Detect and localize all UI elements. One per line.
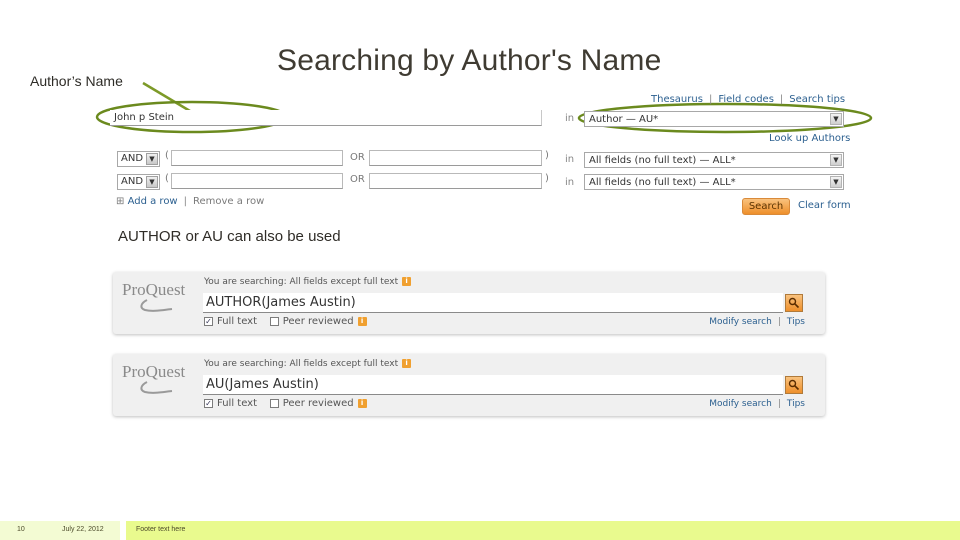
search-tips-link[interactable]: Search tips bbox=[789, 94, 845, 105]
peer-reviewed-label: Peer reviewed bbox=[282, 398, 354, 409]
modify-search-link[interactable]: Modify search bbox=[709, 399, 772, 409]
peer-reviewed-checkbox[interactable] bbox=[269, 398, 279, 408]
open-paren: ( bbox=[165, 150, 169, 161]
row2-right-input[interactable] bbox=[369, 150, 542, 166]
proquest-logo: ProQuest bbox=[122, 280, 186, 299]
search-links: Modify search | Tips bbox=[709, 399, 805, 409]
search-button[interactable]: Search bbox=[742, 198, 790, 215]
advanced-search-top-links: Thesaurus | Field codes | Search tips bbox=[651, 94, 845, 105]
footer-right-panel: Footer text here bbox=[126, 521, 960, 540]
row2-left-input[interactable] bbox=[171, 150, 343, 166]
peer-reviewed-checkbox[interactable] bbox=[269, 316, 279, 326]
thesaurus-link[interactable]: Thesaurus bbox=[651, 94, 703, 105]
info-icon[interactable]: i bbox=[402, 277, 412, 286]
search-scope-text: You are searching: All fields except ful… bbox=[204, 277, 412, 287]
search-options: ✓ Full text Peer reviewed i bbox=[204, 316, 367, 327]
boolean-operator-value: AND bbox=[121, 176, 144, 187]
author-field-select[interactable]: Author — AU* ▼ bbox=[584, 111, 844, 127]
row3-left-input[interactable] bbox=[171, 173, 343, 189]
search-go-button[interactable] bbox=[785, 294, 803, 312]
look-up-authors-link[interactable]: Look up Authors bbox=[769, 133, 850, 144]
author-field-select-value: Author — AU* bbox=[589, 114, 659, 125]
tips-link[interactable]: Tips bbox=[787, 317, 805, 327]
row3-field-select[interactable]: All fields (no full text) — ALL* ▼ bbox=[584, 174, 844, 190]
footer-date: July 22, 2012 bbox=[62, 526, 104, 533]
separator: | bbox=[183, 196, 187, 207]
chevron-down-icon[interactable]: ▼ bbox=[146, 153, 158, 165]
add-row-icon: ⊞ bbox=[116, 196, 125, 207]
chevron-down-icon[interactable]: ▼ bbox=[146, 176, 158, 188]
modify-search-link[interactable]: Modify search bbox=[709, 317, 772, 327]
field-codes-link[interactable]: Field codes bbox=[718, 94, 774, 105]
proquest-logo-swoosh-icon bbox=[140, 299, 173, 312]
full-text-checkbox[interactable]: ✓ bbox=[204, 316, 213, 326]
chevron-down-icon[interactable]: ▼ bbox=[830, 113, 842, 125]
row-controls: ⊞ Add a row | Remove a row bbox=[116, 196, 264, 207]
separator: | bbox=[708, 94, 713, 105]
callout-annotations bbox=[95, 81, 873, 134]
author-query-input[interactable]: John p Stein bbox=[110, 110, 542, 126]
info-icon[interactable]: i bbox=[402, 359, 412, 368]
search-go-button[interactable] bbox=[785, 376, 803, 394]
search-options: ✓ Full text Peer reviewed i bbox=[204, 398, 367, 409]
search-links: Modify search | Tips bbox=[709, 317, 805, 327]
slide-footer: 10 July 22, 2012 Footer text here bbox=[0, 521, 960, 540]
tips-link[interactable]: Tips bbox=[787, 399, 805, 409]
proquest-search-box-author: ProQuest You are searching: All fields e… bbox=[113, 272, 825, 334]
proquest-logo: ProQuest bbox=[122, 362, 186, 381]
info-icon[interactable]: i bbox=[357, 398, 367, 408]
full-text-label: Full text bbox=[217, 316, 258, 327]
boolean-operator-select-row3[interactable]: AND ▼ bbox=[117, 174, 160, 190]
full-text-label: Full text bbox=[217, 398, 258, 409]
row2-field-select-value: All fields (no full text) — ALL* bbox=[589, 155, 736, 166]
row2-field-select[interactable]: All fields (no full text) — ALL* ▼ bbox=[584, 152, 844, 168]
info-icon[interactable]: i bbox=[357, 316, 367, 326]
row3-field-select-value: All fields (no full text) — ALL* bbox=[589, 177, 736, 188]
full-text-checkbox[interactable]: ✓ bbox=[204, 398, 213, 408]
chevron-down-icon[interactable]: ▼ bbox=[830, 176, 842, 188]
search-scope-label: You are searching: All fields except ful… bbox=[204, 359, 399, 369]
in-label: in bbox=[565, 154, 575, 165]
open-paren: ( bbox=[165, 173, 169, 184]
add-row-link[interactable]: Add a row bbox=[128, 196, 178, 207]
or-label: OR bbox=[350, 152, 365, 163]
basic-search-input[interactable]: AUTHOR(James Austin) bbox=[203, 293, 783, 313]
caption: AUTHOR or AU can also be used bbox=[118, 228, 341, 245]
search-scope-label: You are searching: All fields except ful… bbox=[204, 277, 399, 287]
magnifier-icon bbox=[788, 379, 800, 391]
search-scope-text: You are searching: All fields except ful… bbox=[204, 359, 412, 369]
in-label: in bbox=[565, 113, 575, 124]
chevron-down-icon[interactable]: ▼ bbox=[830, 154, 842, 166]
boolean-operator-select-row2[interactable]: AND ▼ bbox=[117, 151, 160, 167]
footer-left-panel: 10 July 22, 2012 bbox=[0, 521, 120, 540]
proquest-search-box-au: ProQuest You are searching: All fields e… bbox=[113, 354, 825, 416]
or-label: OR bbox=[350, 174, 365, 185]
remove-row-link[interactable]: Remove a row bbox=[193, 196, 264, 207]
separator: | bbox=[777, 399, 781, 409]
page-number: 10 bbox=[17, 526, 25, 533]
proquest-logo-swoosh-icon bbox=[140, 381, 173, 394]
basic-search-input[interactable]: AU(James Austin) bbox=[203, 375, 783, 395]
magnifier-icon bbox=[788, 297, 800, 309]
in-label: in bbox=[565, 177, 575, 188]
peer-reviewed-label: Peer reviewed bbox=[282, 316, 354, 327]
separator: | bbox=[779, 94, 784, 105]
close-paren: ) bbox=[545, 173, 549, 184]
separator: | bbox=[777, 317, 781, 327]
clear-form-link[interactable]: Clear form bbox=[798, 200, 851, 211]
close-paren: ) bbox=[545, 150, 549, 161]
row3-right-input[interactable] bbox=[369, 173, 542, 189]
boolean-operator-value: AND bbox=[121, 153, 144, 164]
footer-text: Footer text here bbox=[136, 526, 186, 533]
